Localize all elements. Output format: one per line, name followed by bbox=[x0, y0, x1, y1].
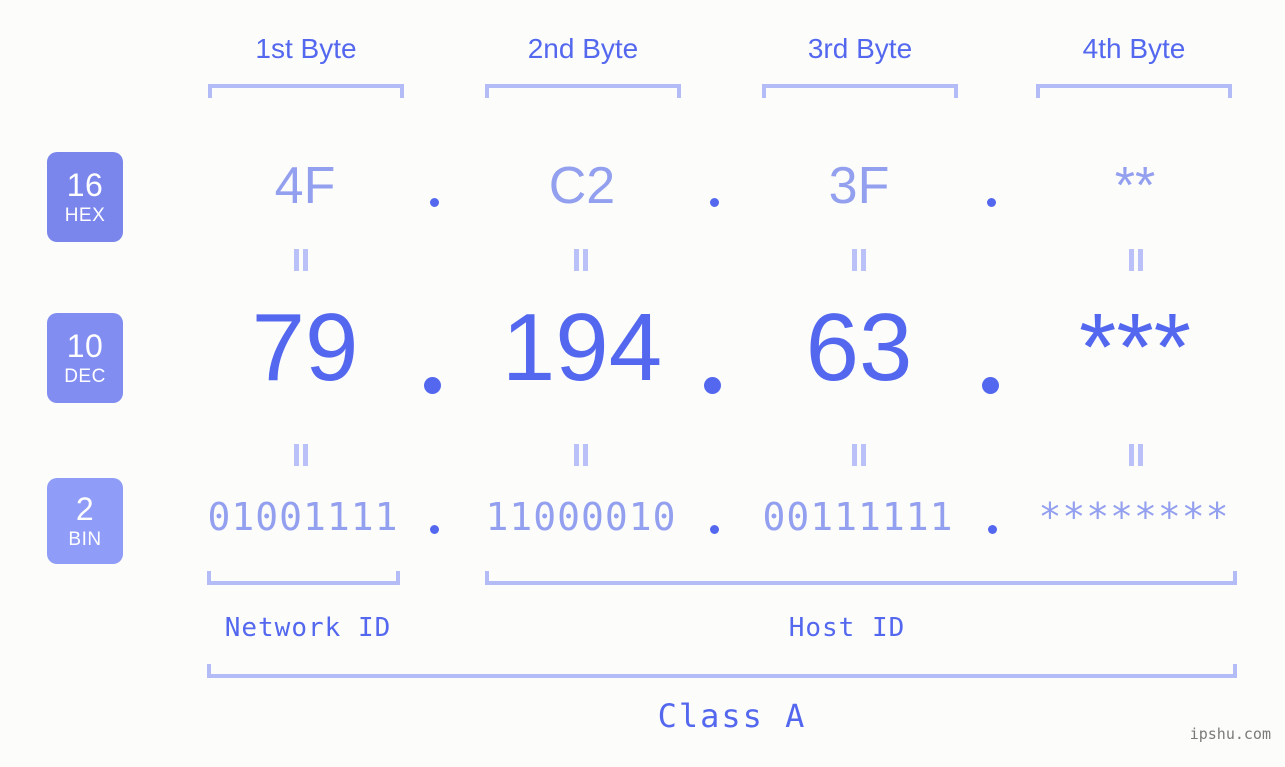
equals-mark-hex-dec-4 bbox=[1128, 249, 1144, 271]
network-id-bracket bbox=[207, 571, 400, 585]
bin-byte-1: 01001111 bbox=[207, 495, 399, 539]
bin-byte-4: ******** bbox=[1038, 495, 1230, 539]
base-badge-bin-number: 2 bbox=[75, 491, 95, 527]
hex-separator-dot-2 bbox=[710, 198, 719, 207]
base-badge-dec-label: DEC bbox=[64, 366, 106, 387]
dec-byte-3: 63 bbox=[805, 294, 913, 401]
host-id-label: Host ID bbox=[788, 613, 906, 643]
bin-byte-3: 00111111 bbox=[762, 495, 954, 539]
class-bracket bbox=[207, 664, 1237, 678]
hex-byte-4: ** bbox=[1114, 157, 1156, 215]
byte-header-3: 3rd Byte bbox=[807, 33, 913, 64]
byte-bracket-3 bbox=[762, 84, 958, 98]
equals-mark-hex-dec-3 bbox=[851, 249, 867, 271]
equals-mark-hex-dec-2 bbox=[573, 249, 589, 271]
class-label: Class A bbox=[657, 697, 807, 735]
dec-byte-2: 194 bbox=[501, 294, 663, 401]
dec-byte-1: 79 bbox=[251, 294, 359, 401]
byte-header-4: 4th Byte bbox=[1082, 33, 1186, 64]
equals-mark-hex-dec-1 bbox=[293, 249, 309, 271]
site-watermark: ipshu.com bbox=[1189, 725, 1271, 743]
equals-mark-dec-bin-4 bbox=[1128, 444, 1144, 466]
equals-mark-dec-bin-2 bbox=[573, 444, 589, 466]
byte-bracket-4 bbox=[1036, 84, 1232, 98]
bin-separator-dot-3 bbox=[988, 525, 997, 534]
hex-byte-2: C2 bbox=[548, 157, 616, 215]
byte-bracket-2 bbox=[485, 84, 681, 98]
equals-mark-dec-bin-3 bbox=[851, 444, 867, 466]
bin-byte-2: 11000010 bbox=[485, 495, 677, 539]
dec-separator-dot-1 bbox=[424, 377, 441, 394]
base-badge-hex-label: HEX bbox=[64, 205, 106, 226]
hex-separator-dot-1 bbox=[430, 198, 439, 207]
base-badge-hex-number: 16 bbox=[66, 167, 104, 203]
bin-separator-dot-1 bbox=[430, 525, 439, 534]
dec-separator-dot-3 bbox=[982, 377, 999, 394]
base-badge-dec-number: 10 bbox=[66, 328, 104, 364]
base-badge-bin-label: BIN bbox=[68, 529, 102, 550]
equals-mark-dec-bin-1 bbox=[293, 444, 309, 466]
hex-byte-3: 3F bbox=[828, 157, 890, 215]
byte-header-2: 2nd Byte bbox=[527, 33, 639, 64]
byte-header-1: 1st Byte bbox=[255, 33, 357, 64]
dec-byte-4: *** bbox=[1078, 294, 1192, 401]
byte-bracket-1 bbox=[208, 84, 404, 98]
network-id-label: Network ID bbox=[224, 613, 392, 643]
hex-byte-1: 4F bbox=[274, 157, 336, 215]
hex-separator-dot-3 bbox=[987, 198, 996, 207]
base-badge-bin: 2 BIN bbox=[47, 478, 123, 564]
host-id-bracket bbox=[485, 571, 1237, 585]
ip-address-breakdown-diagram: 1st Byte 2nd Byte 3rd Byte 4th Byte 16 H… bbox=[0, 0, 1285, 767]
dec-separator-dot-2 bbox=[704, 377, 721, 394]
base-badge-dec: 10 DEC bbox=[47, 313, 123, 403]
bin-separator-dot-2 bbox=[710, 525, 719, 534]
base-badge-hex: 16 HEX bbox=[47, 152, 123, 242]
